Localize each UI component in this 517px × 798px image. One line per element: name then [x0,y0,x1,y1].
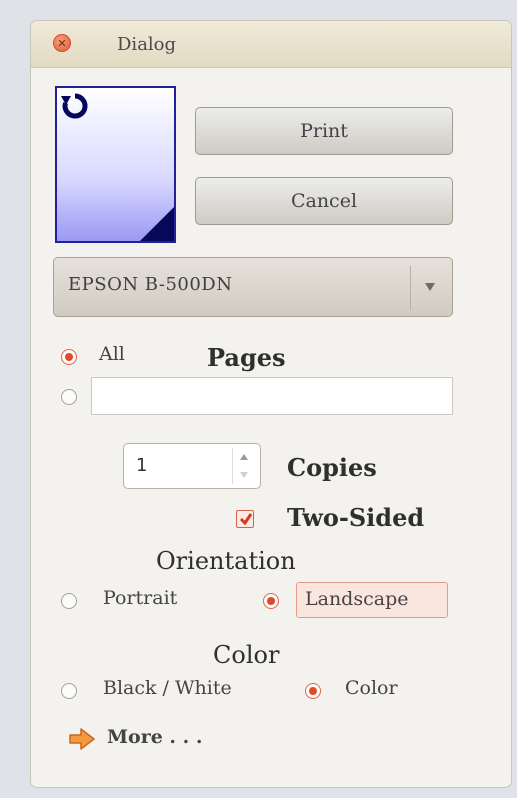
pages-heading: Pages [207,343,286,372]
printer-select-value: EPSON B-500DN [68,274,233,295]
checkmark-icon [239,513,253,526]
black-white-label: Black / White [103,677,232,699]
copies-value[interactable]: 1 [136,455,147,476]
landscape-option[interactable]: Landscape [296,582,448,618]
pages-all-label: All [99,343,125,365]
close-icon[interactable]: ✕ [53,34,71,52]
color-label: Color [345,677,398,699]
portrait-radio[interactable] [61,593,77,609]
print-button[interactable]: Print [195,107,453,155]
two-sided-checkbox[interactable] [236,510,254,528]
spin-up-icon[interactable] [236,450,252,464]
page-preview [55,86,176,243]
pages-range-radio[interactable] [61,389,77,405]
color-heading: Color [213,641,280,669]
copies-spinner[interactable]: 1 [123,443,261,489]
landscape-radio[interactable] [263,593,279,609]
landscape-label: Landscape [305,588,409,610]
color-radio[interactable] [305,683,321,699]
more-label[interactable]: More . . . [107,726,203,748]
window-title: Dialog [117,34,177,55]
page-corner-icon [140,207,174,241]
pages-range-input[interactable] [91,377,453,415]
chevron-down-icon[interactable] [420,280,440,294]
black-white-radio[interactable] [61,683,77,699]
two-sided-label: Two-Sided [287,503,425,532]
combo-separator [410,266,411,310]
spinner-buttons [232,448,255,484]
pages-all-radio[interactable] [61,349,77,365]
spin-down-icon[interactable] [236,468,252,482]
print-dialog: ✕ Dialog Print Cancel EPSON B-500DN All … [30,20,512,788]
rotate-icon[interactable] [61,92,89,120]
copies-heading: Copies [287,453,377,482]
printer-select[interactable]: EPSON B-500DN [53,257,453,317]
cancel-button[interactable]: Cancel [195,177,453,225]
titlebar: ✕ Dialog [31,21,511,68]
portrait-label: Portrait [103,587,178,609]
orientation-heading: Orientation [156,547,296,575]
arrow-right-icon[interactable] [69,728,95,750]
